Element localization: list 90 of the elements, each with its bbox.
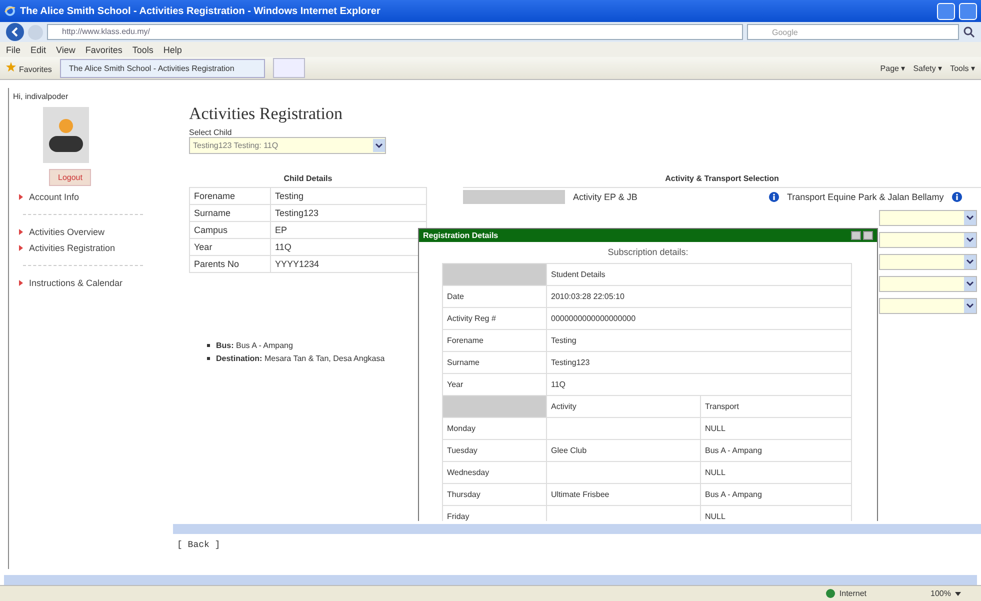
browser-tab[interactable]: The Alice Smith School - Activities Registration xyxy=(60,58,266,78)
table-cell: NULL xyxy=(700,462,852,484)
transport-select[interactable] xyxy=(879,254,977,270)
caret-icon[interactable] xyxy=(955,592,961,596)
table-cell: Date xyxy=(442,286,546,308)
bullet-icon xyxy=(207,357,210,360)
table-cell: Thursday xyxy=(442,484,546,506)
close-button[interactable] xyxy=(863,231,873,240)
table-header: Transport xyxy=(700,396,852,418)
table-header: Activity xyxy=(546,396,700,418)
menu-item[interactable]: Help xyxy=(163,44,182,54)
bus-info-text: Bus: Bus A - Ampang xyxy=(216,340,293,351)
child-select[interactable]: Testing123 Testing: 11Q xyxy=(189,137,386,154)
transport-select[interactable] xyxy=(879,232,977,248)
table-cell: NULL xyxy=(700,418,852,440)
globe-icon xyxy=(826,589,836,598)
section-title: Child Details xyxy=(282,174,334,183)
menu-item[interactable]: Favorites xyxy=(85,44,122,54)
arrow-left-icon xyxy=(10,27,20,37)
table-cell: Monday xyxy=(442,418,546,440)
menu-item[interactable]: File xyxy=(6,44,21,54)
browser-logo-icon xyxy=(4,5,16,17)
table-cell: Tuesday xyxy=(442,440,546,462)
bullet-icon xyxy=(19,194,23,200)
command-menu[interactable]: Page ▾ xyxy=(880,64,906,72)
table-cell: Ultimate Frisbee xyxy=(546,484,700,506)
table-cell: Testing123 xyxy=(546,352,852,374)
sidebar-link[interactable]: Activities Registration xyxy=(29,243,116,253)
table-cell: Glee Club xyxy=(546,440,700,462)
table-cell: Testing123 xyxy=(270,204,426,222)
menu-item[interactable]: Edit xyxy=(30,44,46,54)
transport-select[interactable] xyxy=(879,298,977,314)
table-cell: Bus A - Ampang xyxy=(700,484,852,506)
info-icon[interactable] xyxy=(769,192,779,202)
maximize-button[interactable] xyxy=(959,2,977,20)
window-title: The Alice Smith School - Activities Registration - Windows Internet Explorer xyxy=(20,6,380,16)
greeting-text: Hi, indivalpoder xyxy=(13,92,68,101)
bullet-icon xyxy=(19,245,23,251)
info-icon[interactable] xyxy=(952,192,962,202)
field-label: Select Child xyxy=(189,128,233,137)
command-menu[interactable]: Tools ▾ xyxy=(950,64,975,72)
zone-indicator: Internet xyxy=(839,589,867,598)
menu-item[interactable]: View xyxy=(56,44,76,54)
sidebar-link[interactable]: Activities Overview xyxy=(29,227,105,237)
table-cell: Testing xyxy=(546,330,852,352)
sidebar-link[interactable]: Instructions & Calendar xyxy=(29,278,123,288)
bullet-icon xyxy=(207,344,210,347)
table-cell: Parents No xyxy=(190,256,270,272)
command-menu[interactable]: Safety ▾ xyxy=(913,64,942,72)
table-cell: Friday xyxy=(442,506,546,521)
horizontal-scrollbar[interactable] xyxy=(4,575,977,585)
zoom-control[interactable]: 100% xyxy=(930,589,951,598)
avatar-silhouette xyxy=(43,107,89,163)
bullet-icon xyxy=(19,280,23,286)
table-cell: Surname xyxy=(190,204,270,222)
bus-info-text: Destination: Mesara Tan & Tan, Desa Angkasa xyxy=(216,353,385,364)
table-cell: Forename xyxy=(442,330,546,352)
dialog-subtitle: Subscription details: xyxy=(606,247,690,257)
section-title: Activity & Transport Selection xyxy=(664,174,780,183)
minimize-button[interactable] xyxy=(851,231,861,240)
menu-item[interactable]: Tools xyxy=(132,44,154,54)
table-cell: Forename xyxy=(190,188,270,204)
horizontal-scrollbar[interactable] xyxy=(173,524,981,534)
table-cell: Campus xyxy=(190,222,270,238)
back-link[interactable]: [ Back ] xyxy=(177,540,220,550)
bullet-icon xyxy=(19,229,23,235)
dialog-title: Registration Details xyxy=(423,231,498,240)
table-cell: Testing xyxy=(270,188,426,204)
address-field[interactable]: http://www.klass.edu.my/ xyxy=(47,24,743,40)
page-heading: Activities Registration xyxy=(189,104,344,124)
column-header: Activity EP & JB xyxy=(573,192,638,202)
logout-button[interactable]: Logout xyxy=(49,169,92,186)
table-cell: Surname xyxy=(442,352,546,374)
search-icon[interactable] xyxy=(963,26,975,38)
table-cell: 11Q xyxy=(546,374,852,396)
table-header: Student Details xyxy=(546,264,852,286)
table-cell: Activity Reg # xyxy=(442,308,546,330)
table-cell: Wednesday xyxy=(442,462,546,484)
favorites-button[interactable]: Favorites xyxy=(6,62,52,74)
transport-select[interactable] xyxy=(879,210,977,226)
sidebar-link[interactable]: Account Info xyxy=(29,192,80,202)
transport-select[interactable] xyxy=(879,276,977,292)
table-cell: Bus A - Ampang xyxy=(700,440,852,462)
table-cell: Year xyxy=(190,238,270,256)
new-tab-button[interactable] xyxy=(273,58,306,78)
column-header: Transport Equine Park & Jalan Bellamy xyxy=(787,192,944,202)
table-cell: 2010:03:28 22:05:10 xyxy=(546,286,852,308)
table-cell: 0000000000000000000 xyxy=(546,308,852,330)
back-button[interactable] xyxy=(6,23,24,41)
star-icon xyxy=(6,62,16,72)
